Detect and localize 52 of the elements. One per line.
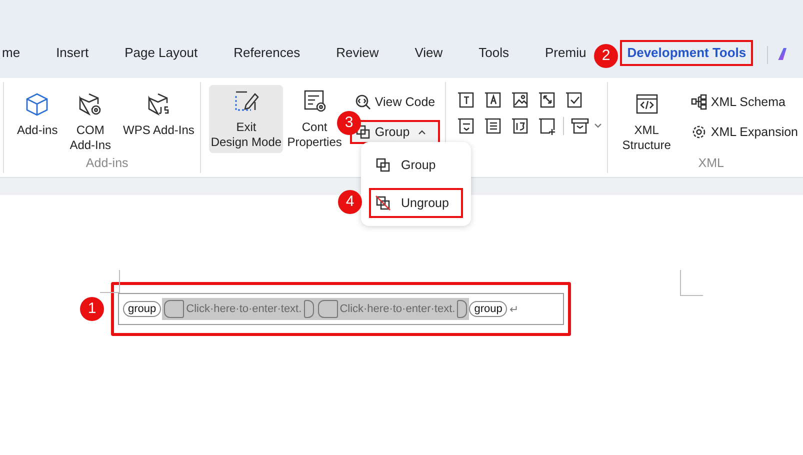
menu-item[interactable]: Group: [369, 150, 463, 180]
code-search-icon: [354, 94, 371, 110]
ribbon-tab[interactable]: Tools: [474, 40, 514, 66]
ribbon-tab[interactable]: Development Tools: [620, 40, 754, 66]
gear-icon: [690, 124, 707, 140]
ribbon-button[interactable]: COM Add-Ins: [66, 88, 114, 156]
bracket-icon: [318, 300, 338, 318]
schema-tree-icon: [690, 94, 707, 110]
caret-up-icon: [418, 129, 426, 135]
combo-control-icon[interactable]: [456, 116, 476, 136]
ribbon-tab[interactable]: Premiu: [540, 40, 586, 66]
group-icon: [375, 157, 391, 173]
cube-icon: [24, 91, 50, 117]
paragraph-mark: ↵: [509, 302, 518, 316]
ribbon-button[interactable]: WPS Add-Ins: [120, 88, 198, 156]
ribbon-button[interactable]: Add-ins: [14, 88, 61, 156]
bracket-icon: [164, 300, 184, 318]
block-control-icon[interactable]: [537, 116, 558, 136]
menu-item[interactable]: Ungroup: [369, 188, 463, 218]
group-end-tag: group: [469, 301, 508, 317]
crop-mark: [100, 270, 120, 293]
ribbon-tab[interactable]: me: [0, 40, 26, 66]
checkbox-control-icon[interactable]: [564, 90, 584, 110]
ribbon-tab[interactable]: Insert: [51, 40, 94, 66]
bracket-icon: [304, 300, 314, 318]
properties-icon: [302, 88, 328, 114]
picture-control-icon[interactable]: [510, 90, 530, 110]
ribbon-button[interactable]: Exit Design Mode: [209, 85, 284, 153]
ribbon-tab[interactable]: View: [410, 40, 448, 66]
group-start-tag: group: [123, 301, 162, 317]
cube-gear-icon: [77, 91, 104, 117]
resize-control-icon[interactable]: [537, 90, 558, 110]
ribbon-button[interactable]: View Code: [350, 90, 440, 114]
list-control-icon[interactable]: [483, 116, 504, 136]
group-label: Add-ins: [84, 156, 130, 170]
ribbon-tab[interactable]: Page Layout: [120, 40, 203, 66]
ribbon-tab[interactable]: References: [228, 40, 306, 66]
ribbon-button[interactable]: XML Expansion: [686, 120, 803, 144]
group-icon: [354, 124, 371, 140]
bracket-icon: [457, 300, 468, 318]
date-control-icon[interactable]: [510, 116, 530, 136]
caret-down-icon[interactable]: [594, 123, 602, 129]
text-control-icon[interactable]: [483, 90, 504, 110]
ribbon-tab[interactable]: Review: [331, 40, 384, 66]
crop-mark: [680, 270, 703, 296]
legacy-control-icon[interactable]: [570, 116, 590, 136]
text-control-icon[interactable]: [456, 90, 476, 110]
ribbon-button[interactable]: XML Schema: [686, 90, 803, 114]
ungroup-icon: [375, 195, 391, 211]
step-badge: 3: [337, 111, 361, 135]
ribbon-button[interactable]: XML Structure: [619, 88, 674, 156]
group-label: XML: [697, 156, 725, 170]
